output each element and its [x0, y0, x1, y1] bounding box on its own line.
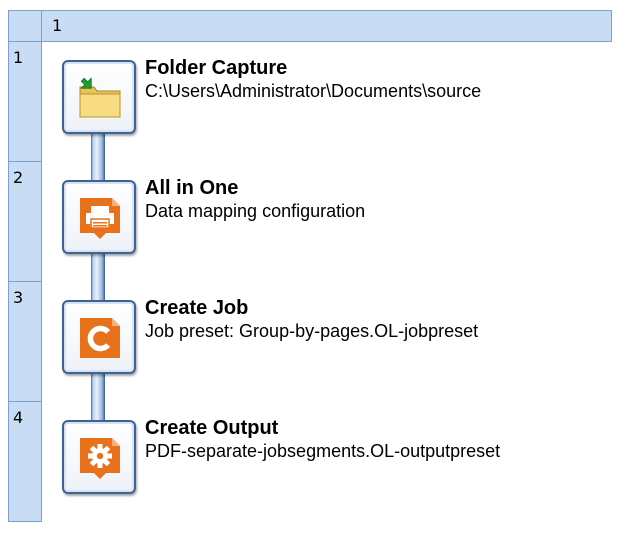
row-header-label: 2: [13, 168, 24, 187]
task-tile[interactable]: [62, 180, 136, 254]
create-job-icon: [80, 318, 120, 358]
folder-capture-icon: [79, 77, 121, 118]
task-create-output[interactable]: Create Output PDF-separate-jobsegments.O…: [62, 417, 602, 510]
task-description: C:\Users\Administrator\Documents\source: [145, 81, 482, 101]
task-tile[interactable]: [62, 300, 136, 374]
row-header-column: 1 2 3 4: [8, 42, 42, 522]
row-header-3[interactable]: 3: [9, 282, 41, 402]
task-title: Create Job: [145, 297, 249, 319]
row-header-2[interactable]: 2: [9, 162, 41, 282]
create-output-icon: [80, 438, 120, 479]
task-description: PDF-separate-jobsegments.OL-outputpreset: [145, 441, 501, 461]
column-header[interactable]: 1: [42, 10, 612, 42]
task-all-in-one[interactable]: All in One Data mapping configuration: [62, 177, 602, 270]
column-header-label: 1: [52, 16, 63, 35]
process-connector: [91, 130, 105, 450]
row-header-label: 3: [13, 288, 24, 307]
all-in-one-icon: [80, 198, 120, 239]
task-title: Create Output: [145, 417, 279, 439]
task-create-job[interactable]: Create Job Job preset: Group-by-pages.OL…: [62, 297, 602, 390]
task-description: Data mapping configuration: [145, 201, 366, 221]
task-title: All in One: [145, 177, 239, 199]
grid-corner-cell: [8, 10, 42, 42]
task-title: Folder Capture: [145, 57, 288, 79]
row-header-4[interactable]: 4: [9, 402, 41, 522]
task-folder-capture[interactable]: Folder Capture C:\Users\Administrator\Do…: [62, 57, 602, 150]
task-description: Job preset: Group-by-pages.OL-jobpreset: [145, 321, 479, 341]
row-header-label: 4: [13, 408, 24, 427]
task-tile[interactable]: [62, 420, 136, 494]
row-header-label: 1: [13, 48, 24, 67]
task-tile[interactable]: [62, 60, 136, 134]
row-header-1[interactable]: 1: [9, 42, 41, 162]
